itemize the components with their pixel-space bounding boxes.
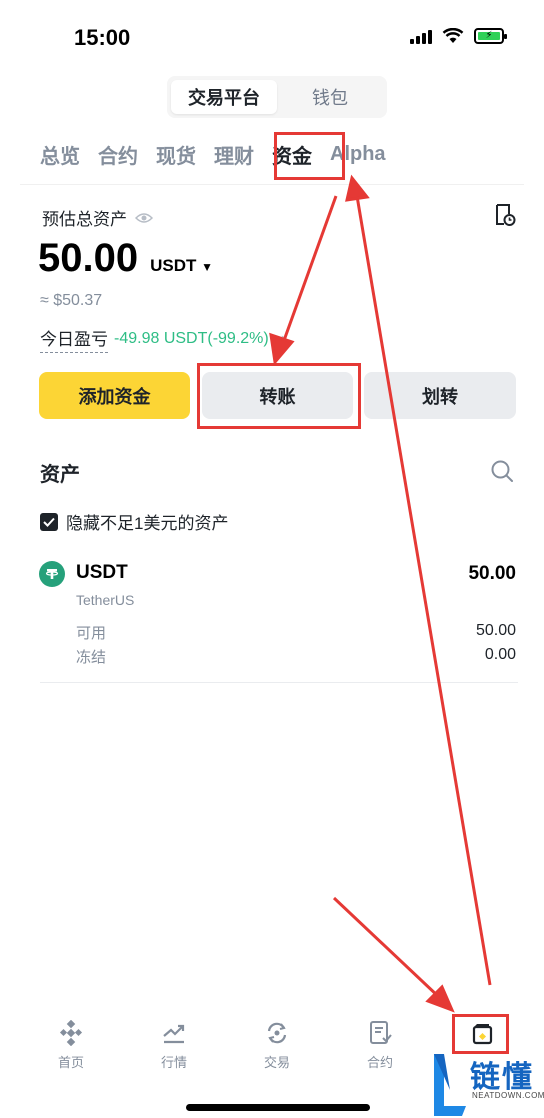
coin-amount: 50.00 [468, 563, 516, 584]
divider [40, 682, 518, 683]
history-icon[interactable] [494, 203, 516, 227]
status-time: 15:00 [74, 25, 131, 50]
watermark-text: 链懂 [470, 1061, 534, 1094]
futures-document-icon [370, 1021, 392, 1044]
approx-usd-value: ≈ $50.37 [40, 292, 103, 309]
usdt-coin-icon [39, 561, 65, 587]
status-icons: ⚡ [410, 28, 507, 44]
estimated-total-text: 预估总资产 [42, 210, 127, 229]
search-icon[interactable] [490, 459, 514, 483]
balance: 50.00 USDT ▼ [38, 236, 213, 281]
wifi-icon [442, 28, 464, 43]
trade-swap-icon [267, 1022, 287, 1044]
tab-futures[interactable]: 合约 [98, 140, 138, 169]
tab-overview[interactable]: 总览 [40, 140, 80, 169]
eye-icon[interactable] [135, 212, 153, 224]
tab-earn[interactable]: 理财 [214, 140, 254, 169]
balance-value: 50.00 [38, 236, 139, 280]
nav-markets-label: 行情 [160, 1055, 187, 1070]
pnl-value-tail: %) [249, 330, 269, 347]
pnl-value-main: -49.98 USDT(-99.2 [114, 330, 250, 347]
chart-trend-icon [163, 1024, 185, 1044]
caret-down-icon: ▼ [201, 260, 214, 274]
chevron-right-icon: › [280, 330, 287, 347]
funding-tab-highlight-box [274, 132, 345, 180]
available-value: 50.00 [475, 622, 516, 639]
available-label: 可用 [76, 625, 107, 642]
nav-futures-label: 合约 [366, 1055, 393, 1070]
battery-icon: ⚡ [474, 28, 507, 44]
arrow-to-wallet [332, 896, 455, 1013]
hide-small-label: 隐藏不足1美元的资产 [66, 514, 229, 533]
cellular-signal-icon [410, 28, 432, 44]
nav-futures[interactable]: 合约 [345, 1020, 415, 1071]
estimated-total-label: 预估总资产 [42, 205, 153, 230]
nav-markets[interactable]: 行情 [139, 1020, 209, 1071]
currency-selector[interactable]: USDT ▼ [150, 256, 213, 276]
frozen-value: 0.00 [484, 646, 516, 663]
wallet-highlight-box [452, 1014, 509, 1054]
segment-exchange[interactable]: 交易平台 [171, 80, 277, 114]
nav-home[interactable]: 首页 [36, 1020, 106, 1071]
watermark-subtext: NEATDOWN.COM [472, 1091, 544, 1100]
nav-home-label: 首页 [57, 1055, 84, 1070]
checkbox-checked-icon[interactable] [40, 512, 58, 531]
frozen-label: 冻结 [76, 649, 107, 666]
pnl-value: -49.98 USDT(-99.2%) [114, 330, 269, 348]
segment-wallet[interactable]: 钱包 [277, 80, 383, 114]
pnl-label: 今日盈亏 [40, 325, 108, 353]
divider [20, 184, 524, 185]
platform-switch: 交易平台 钱包 [167, 76, 387, 118]
coin-symbol: USDT [76, 562, 128, 583]
hide-small-assets[interactable]: 隐藏不足1美元的资产 [40, 509, 228, 534]
currency-label: USDT [150, 256, 197, 275]
watermark-logo: 链懂 NEATDOWN.COM [430, 1050, 544, 1118]
tab-spot[interactable]: 现货 [156, 140, 196, 169]
nav-trade-label: 交易 [263, 1055, 290, 1070]
internal-transfer-button[interactable]: 划转 [364, 372, 516, 419]
today-pnl[interactable]: 今日盈亏 -49.98 USDT(-99.2%) › [40, 325, 286, 353]
home-indicator [186, 1104, 370, 1111]
binance-logo-icon [59, 1020, 83, 1046]
watermark-l-mark-icon [434, 1054, 466, 1116]
nav-trade[interactable]: 交易 [242, 1020, 312, 1071]
transfer-highlight-box [197, 363, 361, 429]
add-funds-button[interactable]: 添加资金 [39, 372, 190, 419]
coin-name: TetherUS [76, 592, 135, 608]
assets-title: 资产 [40, 464, 80, 486]
